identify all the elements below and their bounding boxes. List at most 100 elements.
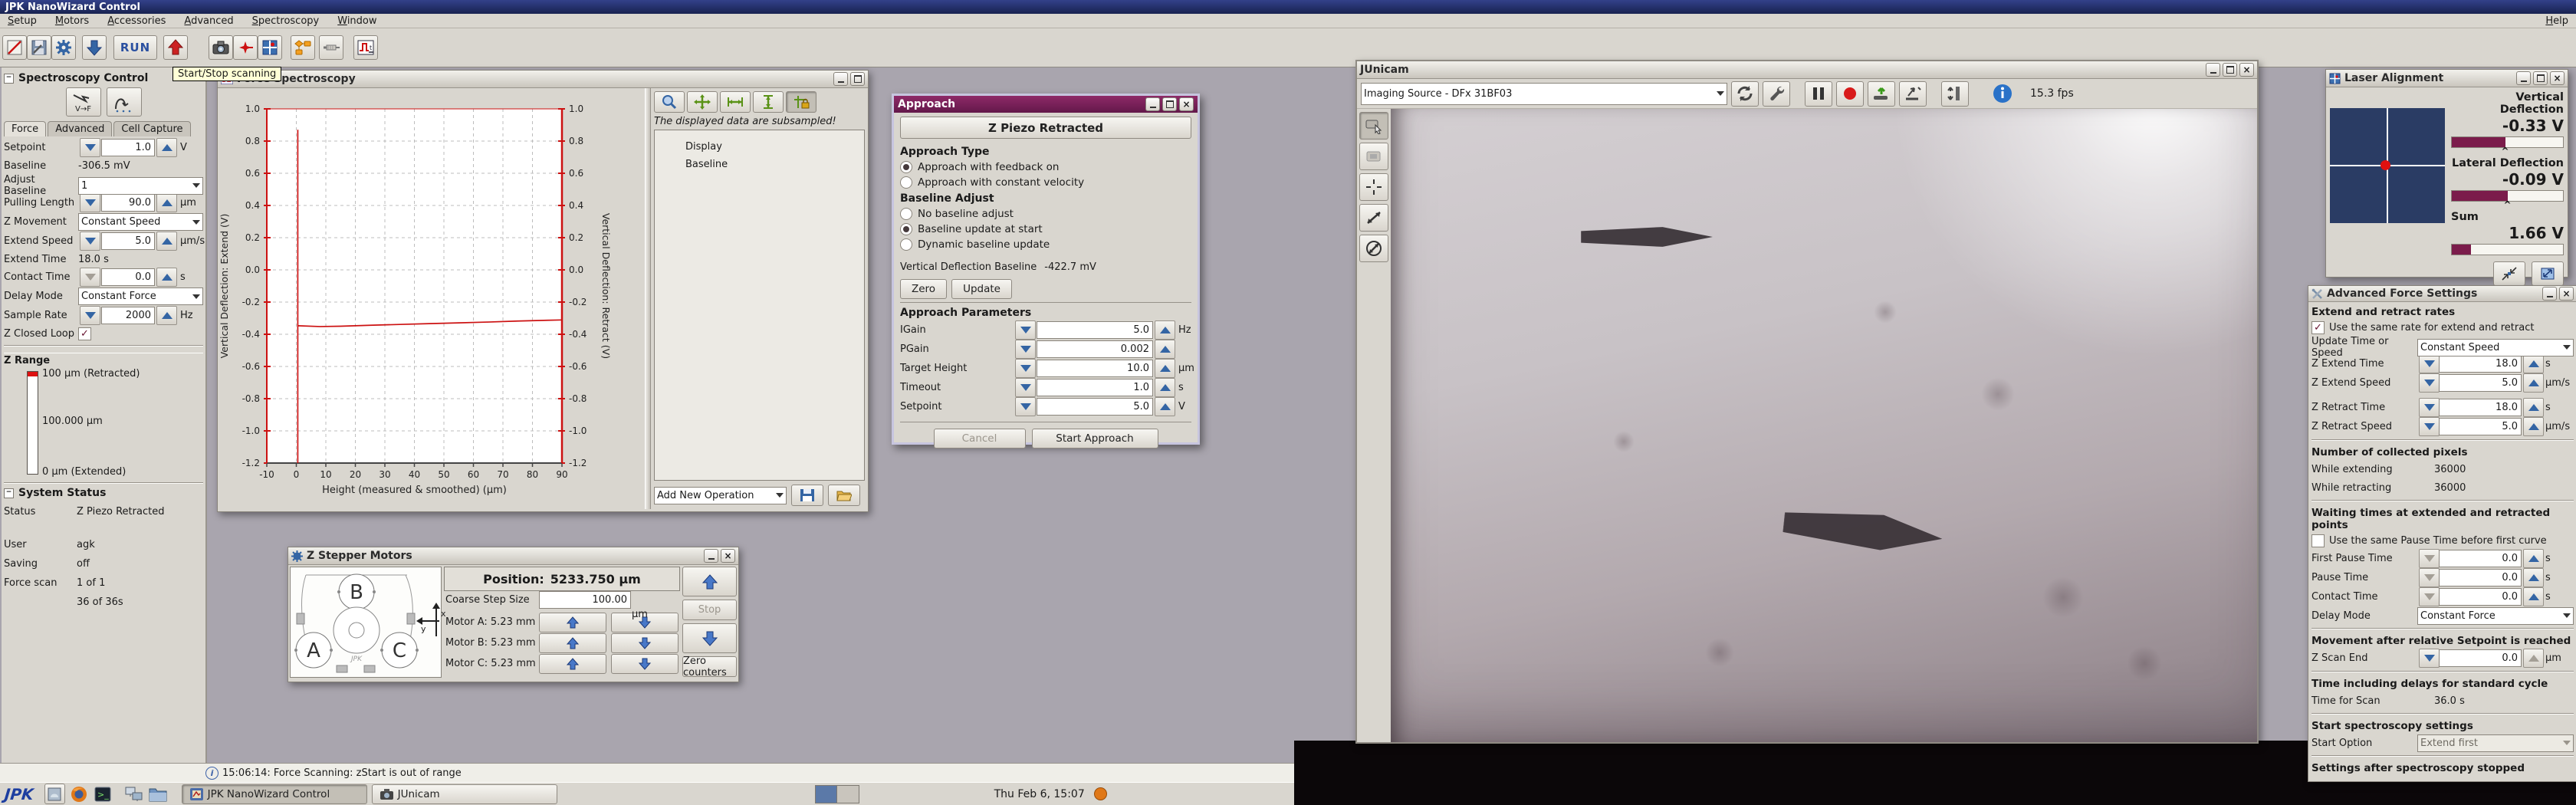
zero-button[interactable]: Zero <box>900 279 947 299</box>
snapshot-save-button[interactable] <box>1868 81 1895 107</box>
extend-speed-input[interactable]: 5.0 <box>101 232 155 250</box>
network-places-launcher[interactable] <box>125 784 144 803</box>
retract-up-button[interactable] <box>163 35 188 60</box>
z-extend-time-increment-button[interactable] <box>2523 354 2544 373</box>
file-manager-launcher[interactable] <box>149 784 168 803</box>
measure-line-tool[interactable] <box>1359 204 1388 232</box>
radio-unselected[interactable] <box>900 176 912 189</box>
motor-a-up-button[interactable] <box>539 613 606 632</box>
z-extend-speed-input[interactable]: 5.0 <box>2439 374 2522 392</box>
start-option-select[interactable]: Extend first <box>2417 734 2574 752</box>
task-junicam[interactable]: JUnicam <box>372 784 557 804</box>
laser-button[interactable] <box>233 35 258 60</box>
camera-window-button[interactable] <box>209 35 233 60</box>
z-closed-loop-checkbox[interactable] <box>78 327 91 340</box>
extend-speed-increment-button[interactable] <box>156 232 177 251</box>
z-retract-speed-increment-button[interactable] <box>2523 417 2544 436</box>
stop-button[interactable]: Stop <box>682 600 737 620</box>
record-button[interactable] <box>1836 81 1864 107</box>
z-retract-time-input[interactable]: 18.0 <box>2439 399 2522 416</box>
close-button[interactable]: × <box>2239 63 2254 77</box>
radio-selected[interactable] <box>900 223 912 235</box>
first-pause-time-input[interactable]: 0.0 <box>2439 550 2522 567</box>
z-extend-time-decrement-button[interactable] <box>2419 354 2440 373</box>
approach-down-button[interactable] <box>82 35 107 60</box>
motor-c-up-button[interactable] <box>539 654 606 674</box>
dynamic-baseline-update-option[interactable]: Dynamic baseline update <box>900 237 1191 252</box>
minimize-button[interactable] <box>704 549 718 563</box>
camera-source-select[interactable]: Imaging Source - DFx 31BF03 <box>1361 83 1727 105</box>
pause-time-input[interactable]: 0.0 <box>2439 569 2522 586</box>
z-range-slider[interactable] <box>27 371 38 475</box>
z-scan-end-increment-button[interactable] <box>2523 649 2544 668</box>
save-settings-button[interactable] <box>27 35 51 60</box>
update-button[interactable]: Update <box>951 279 1012 299</box>
adjust-baseline-select[interactable]: 1 <box>78 177 203 195</box>
approach-setpoint-input[interactable]: 5.0 <box>1037 398 1153 416</box>
list-item-baseline[interactable]: Baseline <box>655 156 864 173</box>
tab-advanced[interactable]: Advanced <box>48 121 112 136</box>
add-new-operation-select[interactable]: Add New Operation <box>654 487 787 504</box>
motor-b-up-button[interactable] <box>539 633 606 653</box>
no-baseline-adjust-option[interactable]: No baseline adjust <box>900 206 1191 222</box>
z-extend-time-input[interactable]: 18.0 <box>2439 355 2522 373</box>
experiment-planner-button[interactable] <box>291 35 315 60</box>
first-pause-time-decrement-button[interactable] <box>2419 549 2440 568</box>
contact-time-input[interactable]: 0.0 <box>101 268 155 286</box>
minimize-button[interactable] <box>2542 287 2557 301</box>
approach-titlebar[interactable]: Approach × <box>894 96 1198 113</box>
delay-mode-select[interactable]: Constant Force <box>78 288 203 305</box>
close-button[interactable]: × <box>2550 71 2564 85</box>
fit-vertical-button[interactable] <box>753 91 784 113</box>
target-height-increment-button[interactable] <box>1155 359 1175 378</box>
sample-rate-increment-button[interactable] <box>156 306 177 325</box>
syringe-button[interactable] <box>319 35 343 60</box>
setpoint-input[interactable]: 1.0 <box>101 139 155 156</box>
menu-accessories[interactable]: Accessories <box>107 15 166 27</box>
tab-force[interactable]: Force <box>4 121 46 136</box>
menu-setup[interactable]: Setup <box>8 15 37 27</box>
approach-constant-velocity-option[interactable]: Approach with constant velocity <box>900 175 1191 190</box>
camera-info-button[interactable] <box>1990 82 2016 106</box>
show-desktop-button[interactable] <box>44 784 65 804</box>
levels-adjust-button[interactable] <box>1941 81 1969 107</box>
approach-setpoint-increment-button[interactable] <box>1155 397 1175 416</box>
volts-to-force-button[interactable]: V→F <box>66 87 101 117</box>
save-operations-button[interactable] <box>791 485 823 506</box>
desktop-pager[interactable] <box>815 785 859 803</box>
menu-help[interactable]: Help <box>2545 15 2568 27</box>
same-pause-time-checkbox[interactable] <box>2312 534 2325 547</box>
menu-window[interactable]: Window <box>337 15 376 27</box>
operations-list[interactable]: Display Baseline <box>654 130 865 481</box>
pause-time-decrement-button[interactable] <box>2419 568 2440 587</box>
junicam-titlebar[interactable]: JUnicam × <box>1357 61 2257 79</box>
maximize-button[interactable] <box>850 72 865 86</box>
pgain-input[interactable]: 0.002 <box>1037 340 1153 358</box>
z-extend-speed-increment-button[interactable] <box>2523 373 2544 393</box>
expand-display-button[interactable] <box>2532 261 2564 286</box>
zero-counters-button[interactable]: Zero counters <box>682 656 737 677</box>
same-pause-time-row[interactable]: Use the same Pause Time before first cur… <box>2312 533 2574 549</box>
task-jpk-nanowizard[interactable]: JPK NanoWizard Control <box>182 784 367 804</box>
shrink-display-button[interactable] <box>2493 261 2525 286</box>
afs-contact-time-increment-button[interactable] <box>2523 587 2544 606</box>
coarse-step-input[interactable]: 100.00 <box>539 591 631 609</box>
camera-settings-button[interactable] <box>1763 81 1790 107</box>
tray-notifier-icon[interactable] <box>1094 787 1107 800</box>
open-operations-button[interactable] <box>828 485 860 506</box>
select-region-tool[interactable] <box>1359 112 1388 140</box>
menu-motors[interactable]: Motors <box>55 15 89 27</box>
afs-contact-time-decrement-button[interactable] <box>2419 587 2440 606</box>
baseline-update-at-start-option[interactable]: Baseline update at start <box>900 222 1191 237</box>
terminal-launcher[interactable]: >_ <box>94 784 113 803</box>
afs-contact-time-input[interactable]: 0.0 <box>2439 588 2522 606</box>
laser-alignment-titlebar[interactable]: Laser Alignment × <box>2326 70 2568 87</box>
pgain-decrement-button[interactable] <box>1015 340 1036 359</box>
minimize-button[interactable] <box>833 72 848 86</box>
close-button[interactable]: × <box>2559 287 2574 301</box>
radio-selected[interactable] <box>900 161 912 173</box>
approach-status-button[interactable]: Z Piezo Retracted <box>900 117 1191 139</box>
timeout-increment-button[interactable] <box>1155 378 1175 397</box>
pager-desktop-1[interactable] <box>816 786 837 803</box>
same-rate-row[interactable]: Use the same rate for extend and retract <box>2312 320 2574 336</box>
